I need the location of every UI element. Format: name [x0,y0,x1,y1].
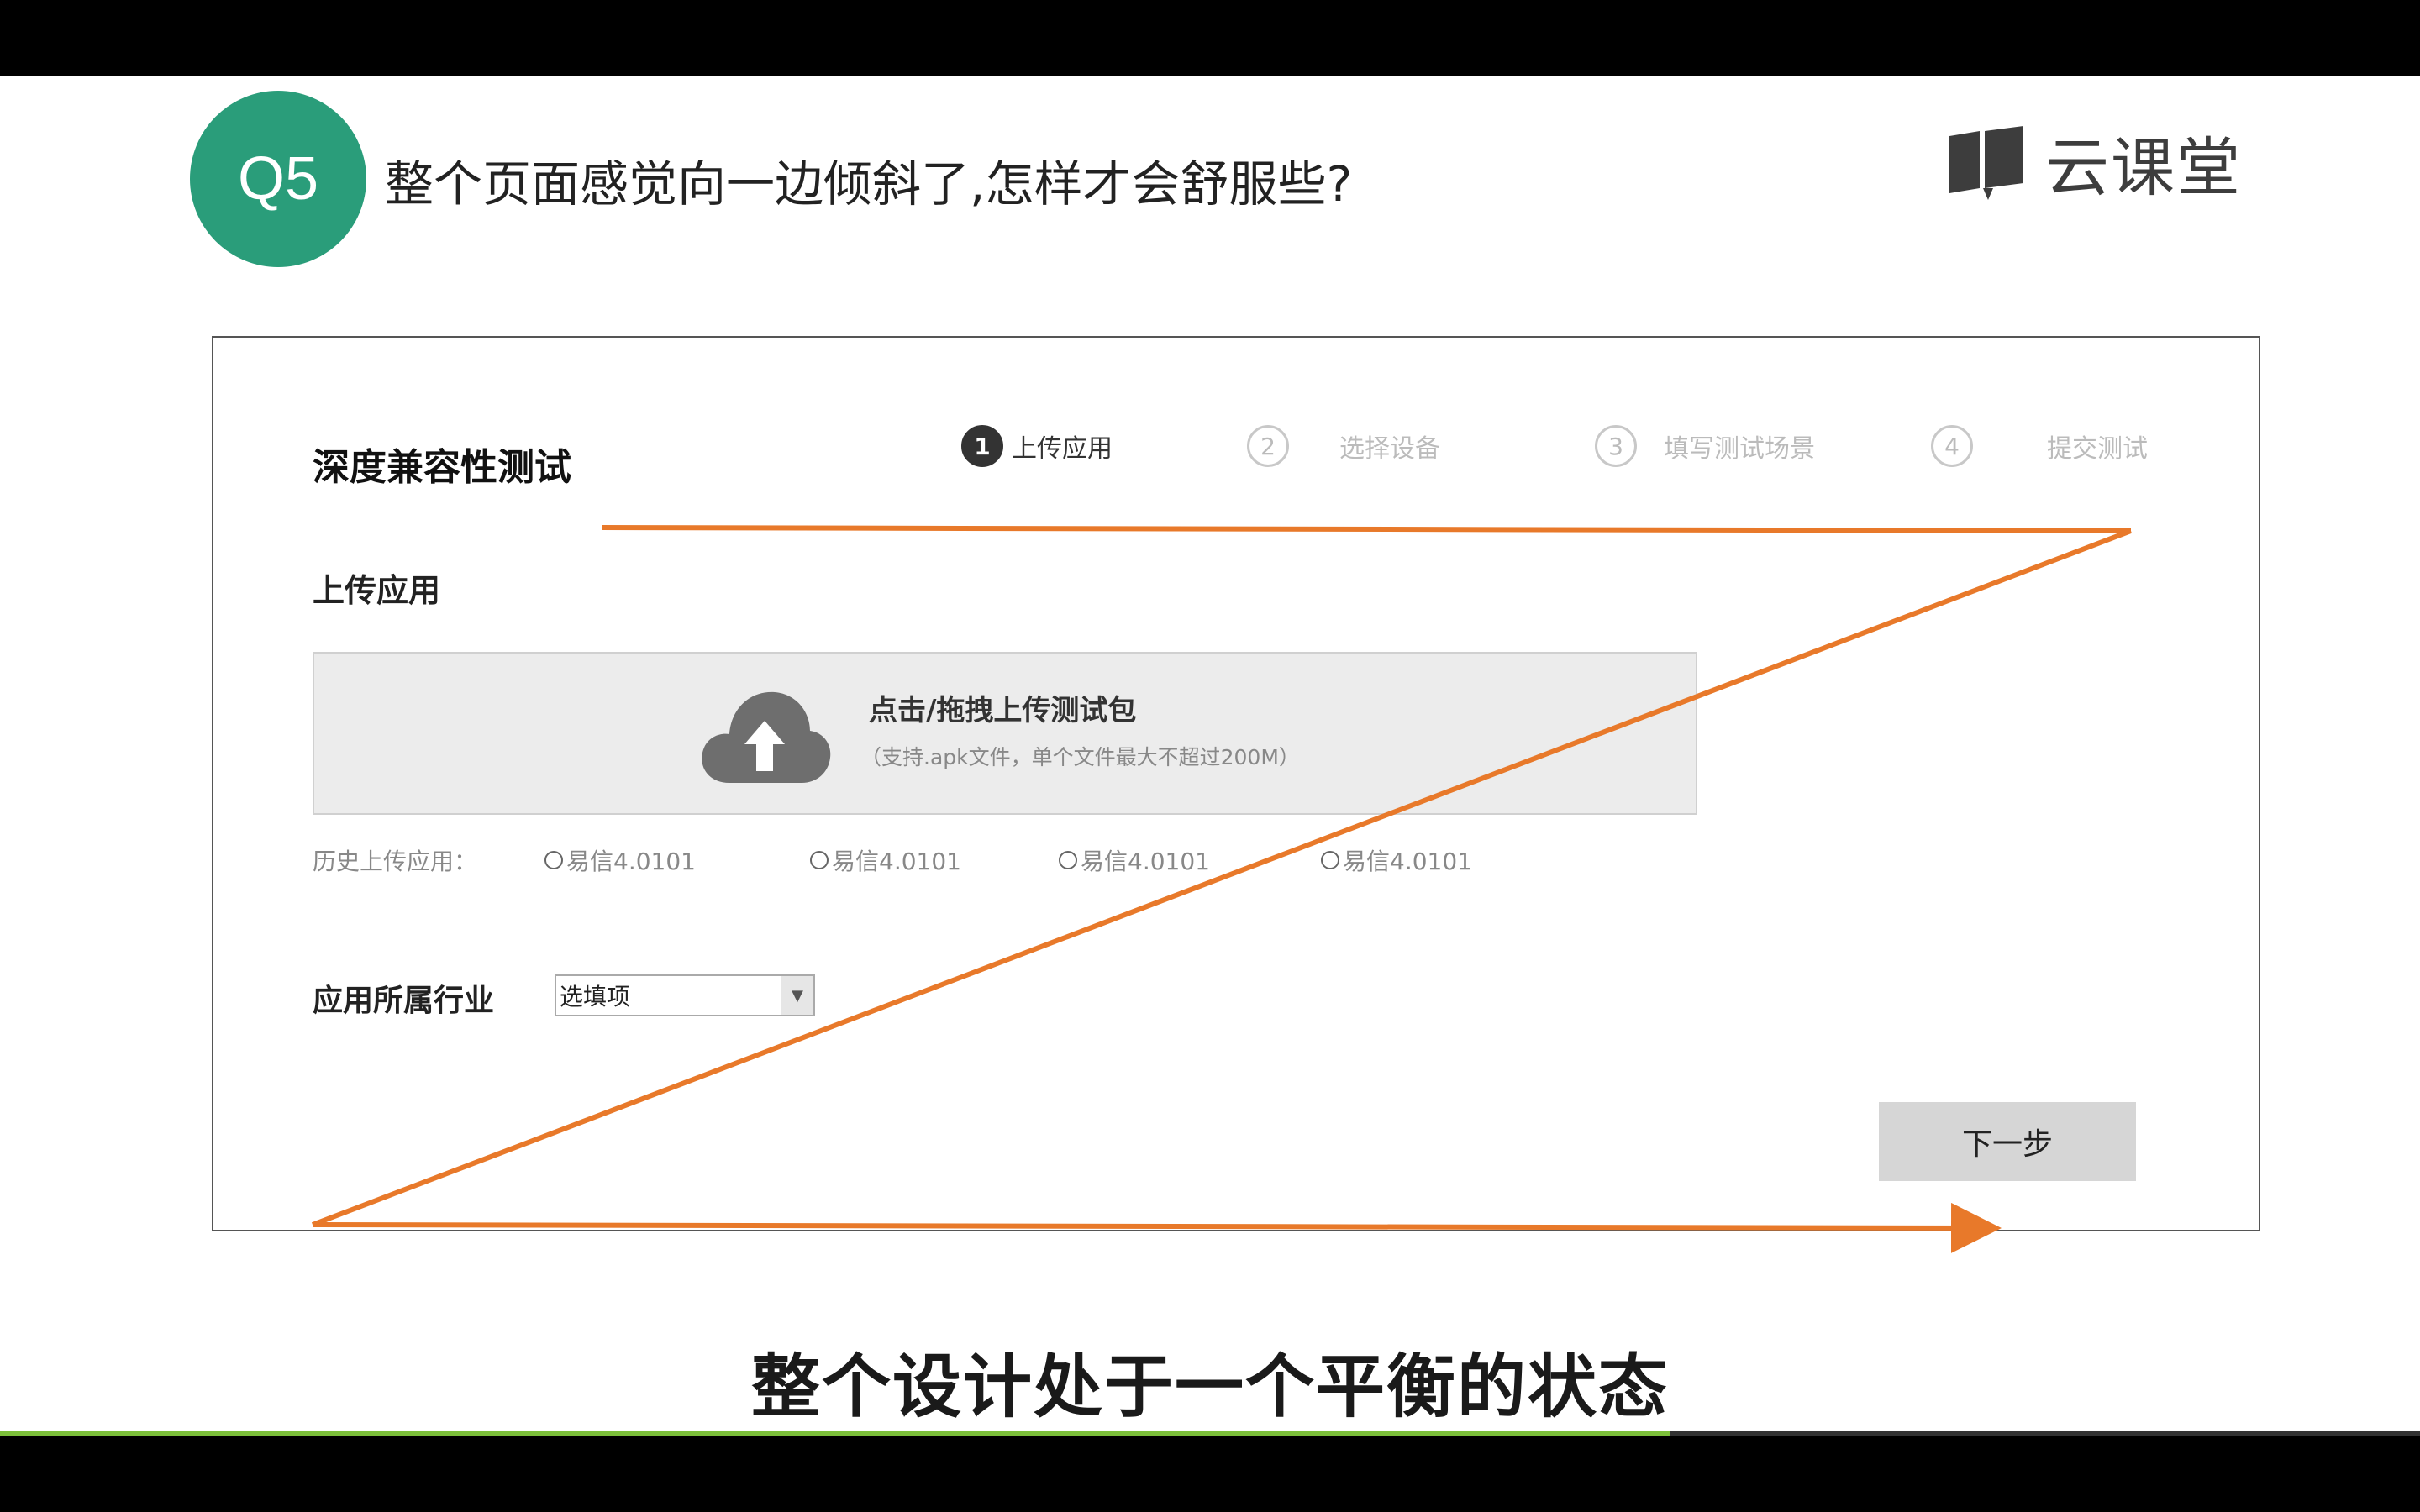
video-progress-fill [0,1431,1670,1436]
arrow-line-bottom [312,1202,2002,1253]
video-progress-bar[interactable] [0,1431,2420,1436]
arrow-line-top [601,525,2132,533]
arrow-line-diagonal [311,528,2133,1227]
z-pattern-annotation [311,525,2133,1253]
subtitle-caption: 整个设计处于一个平衡的状态 [750,1347,1669,1427]
